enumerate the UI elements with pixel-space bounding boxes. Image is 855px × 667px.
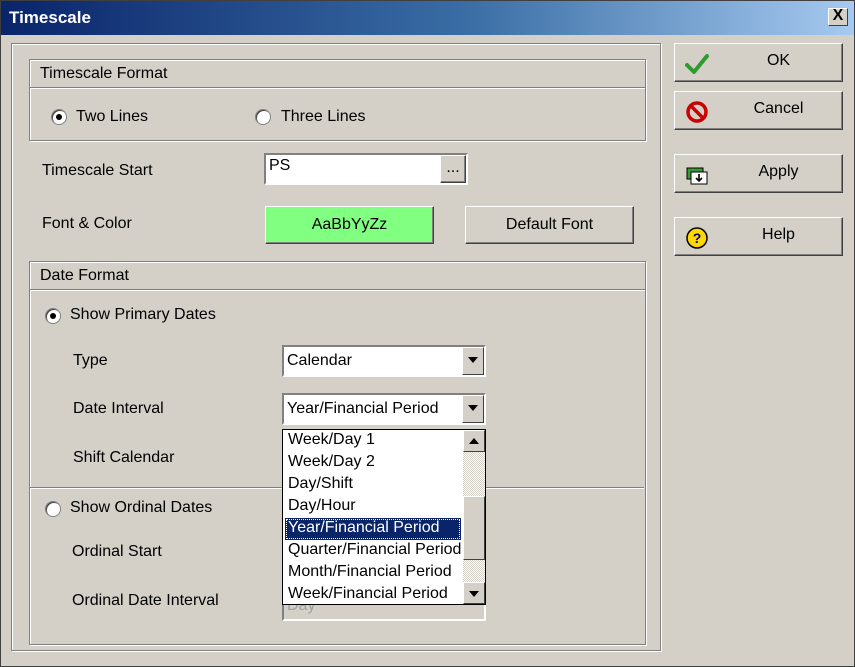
timescale-format-group: Timescale Format <box>29 59 646 141</box>
show-ordinal-dates-label[interactable]: Show Ordinal Dates <box>70 499 212 517</box>
scroll-thumb[interactable] <box>463 496 485 560</box>
help-icon: ? <box>686 227 708 249</box>
window-title: Timescale <box>9 8 91 27</box>
list-item[interactable]: Week/Day 1 <box>285 430 461 452</box>
type-select-value: Calendar <box>287 352 352 369</box>
show-primary-dates-label[interactable]: Show Primary Dates <box>70 306 216 324</box>
ordinal-start-label: Ordinal Start <box>72 543 162 560</box>
cancel-label: Cancel <box>753 100 804 117</box>
help-label: Help <box>762 226 795 243</box>
show-ordinal-dates-radio[interactable] <box>45 501 61 517</box>
apply-icon <box>686 167 708 185</box>
list-item[interactable]: Week/Financial Period <box>285 584 461 606</box>
timescale-start-label: Timescale Start <box>42 162 153 179</box>
apply-button[interactable]: Apply <box>674 154 843 193</box>
apply-label: Apply <box>758 163 799 180</box>
date-interval-label: Date Interval <box>73 400 164 417</box>
list-item[interactable]: Day/Hour <box>285 496 461 518</box>
font-color-label: Font & Color <box>42 215 132 232</box>
timescale-format-header: Timescale Format <box>30 60 645 88</box>
scroll-down-button[interactable] <box>463 582 485 604</box>
svg-text:?: ? <box>693 230 702 246</box>
show-primary-dates-radio[interactable] <box>45 308 61 324</box>
checkmark-icon <box>685 54 709 74</box>
list-item[interactable]: Week/Day 2 <box>285 452 461 474</box>
font-sample-button[interactable]: AaBbYyZz <box>265 206 434 244</box>
three-lines-radio[interactable] <box>255 109 271 125</box>
close-button[interactable]: X <box>828 8 848 26</box>
timescale-start-value: PS <box>269 157 291 174</box>
ok-label: OK <box>766 52 791 69</box>
timescale-start-field[interactable]: PS ... <box>264 153 468 185</box>
two-lines-label[interactable]: Two Lines <box>76 108 148 126</box>
font-sample-text: AaBbYyZz <box>311 216 388 233</box>
two-lines-radio[interactable] <box>51 109 67 125</box>
type-dropdown-arrow[interactable] <box>462 347 484 375</box>
timescale-dialog: Timescale X Timescale Format Two Lines T… <box>0 0 855 667</box>
type-label: Type <box>73 352 108 369</box>
default-font-button[interactable]: Default Font <box>465 206 634 244</box>
scroll-up-button[interactable] <box>463 430 485 452</box>
date-interval-dropdown-arrow[interactable] <box>462 395 484 423</box>
help-button[interactable]: ? Help <box>674 217 843 256</box>
type-select[interactable]: Calendar <box>282 345 486 377</box>
shift-calendar-label: Shift Calendar <box>73 449 175 466</box>
ordinal-date-interval-label: Ordinal Date Interval <box>72 592 219 609</box>
three-lines-label[interactable]: Three Lines <box>281 108 366 126</box>
cancel-button[interactable]: Cancel <box>674 91 843 130</box>
browse-button[interactable]: ... <box>440 155 466 183</box>
date-interval-listbox: Week/Day 1 Week/Day 2 Day/Shift Day/Hour… <box>282 429 486 605</box>
list-item-selected[interactable]: Year/Financial Period <box>285 518 461 540</box>
title-bar: Timescale X <box>1 1 854 35</box>
default-font-label: Default Font <box>505 216 594 233</box>
listbox-scrollbar[interactable] <box>463 430 485 604</box>
browse-button-label: ... <box>446 159 460 176</box>
list-item[interactable]: Month/Financial Period <box>285 562 461 584</box>
date-interval-select[interactable]: Year/Financial Period <box>282 393 486 425</box>
list-item[interactable]: Day/Shift <box>285 474 461 496</box>
list-item[interactable]: Quarter/Financial Period <box>285 540 461 562</box>
ok-button[interactable]: OK <box>674 43 843 82</box>
date-interval-value: Year/Financial Period <box>287 400 439 417</box>
date-format-header: Date Format <box>30 262 645 290</box>
no-entry-icon <box>686 101 708 123</box>
